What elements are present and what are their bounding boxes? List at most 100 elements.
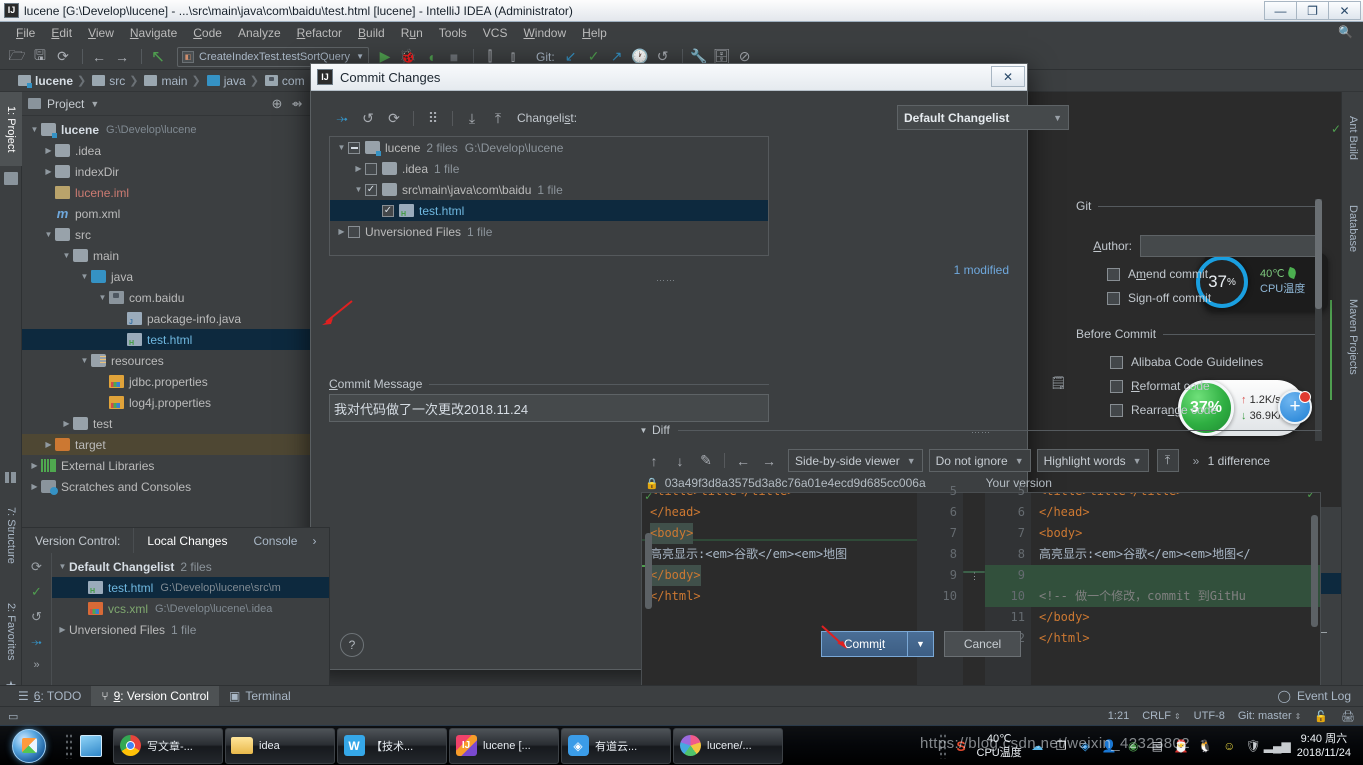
commit-tree-row-test-html[interactable]: ✓ test.html bbox=[330, 200, 768, 221]
twisty-icon[interactable]: ▶ bbox=[352, 164, 365, 173]
event-log-button[interactable]: ◯ Event Log bbox=[1278, 689, 1351, 703]
tree-node-indexdir[interactable]: ▶ indexDir bbox=[22, 161, 329, 182]
tab-todo[interactable]: ☰ 6: TODO bbox=[4, 686, 91, 707]
line-separator-selector[interactable]: CRLF ⇕ bbox=[1142, 710, 1180, 722]
checkbox-unchecked[interactable] bbox=[1110, 403, 1123, 417]
menu-file[interactable]: File bbox=[8, 24, 43, 42]
menu-window[interactable]: Window bbox=[515, 24, 574, 42]
back-arrow-icon[interactable]: ← bbox=[89, 47, 109, 67]
breadcrumb-item-lucene[interactable]: lucene bbox=[18, 74, 77, 88]
amend-commit-row[interactable]: Amend commit bbox=[1076, 267, 1321, 281]
twisty-icon[interactable]: ▼ bbox=[60, 251, 73, 260]
menu-edit[interactable]: Edit bbox=[43, 24, 80, 42]
cancel-button[interactable]: Cancel bbox=[944, 631, 1021, 657]
tree-node-resources[interactable]: ▼ resources bbox=[22, 350, 329, 371]
tree-node-idea[interactable]: ▶ .idea bbox=[22, 140, 329, 161]
tree-node-scratches[interactable]: ▶ Scratches and Consoles bbox=[22, 476, 329, 497]
commit-tree-row-unversioned[interactable]: ▶ Unversioned Files 1 file bbox=[330, 221, 768, 242]
collapse-all-icon[interactable]: ⇴ bbox=[291, 96, 302, 112]
help-button[interactable]: ? bbox=[340, 633, 364, 657]
checkbox-unchecked[interactable] bbox=[1107, 267, 1120, 281]
tree-node-main[interactable]: ▼ main bbox=[22, 245, 329, 266]
vcs-row-test-html[interactable]: test.html G:\Develop\lucene\src\m bbox=[52, 577, 329, 598]
checkbox-unchecked[interactable] bbox=[1110, 379, 1123, 393]
menu-help[interactable]: Help bbox=[574, 24, 615, 42]
twisty-icon[interactable]: ▶ bbox=[42, 440, 55, 449]
task-button-wiz[interactable]: W 【技术... bbox=[337, 727, 447, 764]
sidebar-tab-database[interactable]: Database bbox=[1342, 192, 1363, 266]
left-pane-scrollbar[interactable] bbox=[645, 533, 652, 609]
expand-all-icon[interactable]: ⤓ bbox=[459, 107, 485, 129]
checkbox-unchecked[interactable] bbox=[365, 162, 377, 175]
commit-message-input[interactable]: 我对代码做了一次更改2018.11.24 bbox=[329, 394, 769, 422]
commit-tree-row-idea[interactable]: ▶ .idea 1 file bbox=[330, 158, 768, 179]
start-button[interactable] bbox=[0, 726, 58, 765]
sidebar-tab-maven-projects[interactable]: Maven Projects bbox=[1342, 282, 1363, 392]
tree-node-src[interactable]: ▼ src bbox=[22, 224, 329, 245]
locate-icon[interactable]: ⊕ bbox=[272, 96, 283, 112]
tree-node-lucene[interactable]: ▼ lucene G:\Develop\lucene bbox=[22, 119, 329, 140]
sidebar-tab-favorites[interactable]: 2: Favorites bbox=[0, 588, 22, 676]
previous-difference-icon[interactable]: ↑ bbox=[641, 450, 667, 472]
shelve-icon[interactable]: ⤞ bbox=[31, 634, 41, 650]
commit-dropdown-button[interactable]: ▼ bbox=[908, 631, 934, 657]
refresh-icon[interactable]: ⟳ bbox=[381, 107, 407, 129]
tree-node-jdbc-properties[interactable]: jdbc.properties bbox=[22, 371, 329, 392]
menu-code[interactable]: Code bbox=[185, 24, 230, 42]
menu-refactor[interactable]: Refactor bbox=[289, 24, 350, 42]
accept-right-icon[interactable]: → bbox=[756, 450, 782, 472]
menu-tools[interactable]: Tools bbox=[431, 24, 475, 42]
diff-splitter-grip[interactable]: ⋯⋯ bbox=[971, 427, 991, 438]
twisty-icon[interactable]: ▶ bbox=[28, 482, 41, 491]
chevron-down-icon[interactable]: ▼ bbox=[90, 99, 99, 109]
caret-position[interactable]: 1:21 bbox=[1108, 710, 1129, 722]
twisty-icon[interactable]: ▼ bbox=[637, 426, 650, 435]
dialog-close-button[interactable]: ✕ bbox=[991, 66, 1025, 87]
checkbox-checked[interactable]: ✓ bbox=[382, 204, 394, 217]
collapse-unchanged-icon[interactable]: ⤒ bbox=[1156, 449, 1179, 472]
show-diff-icon[interactable]: ⤞ bbox=[329, 107, 355, 129]
tree-node-test[interactable]: ▶ test bbox=[22, 413, 329, 434]
forward-arrow-icon[interactable]: → bbox=[112, 47, 132, 67]
checkbox-partial[interactable] bbox=[348, 141, 360, 154]
checkbox-unchecked[interactable] bbox=[348, 225, 360, 238]
changelist-selector[interactable]: Default Changelist ▼ bbox=[897, 105, 1069, 130]
expand-more-icon[interactable]: » bbox=[33, 659, 39, 671]
menu-vcs[interactable]: VCS bbox=[475, 24, 516, 42]
encoding-selector[interactable]: UTF-8 bbox=[1194, 710, 1225, 722]
task-button-idea-folder[interactable]: idea bbox=[225, 727, 335, 764]
checkbox-unchecked[interactable] bbox=[1107, 291, 1120, 305]
rearrange-code-row[interactable]: Rearrange code bbox=[1076, 403, 1321, 417]
collapse-all-icon[interactable]: ⤒ bbox=[485, 107, 511, 129]
lock-icon[interactable]: 🔓 bbox=[1314, 710, 1328, 723]
task-button-chrome[interactable]: 写文章-... bbox=[113, 727, 223, 764]
breadcrumb-item-java[interactable]: java bbox=[206, 74, 250, 88]
breadcrumb-item-com[interactable]: com bbox=[264, 74, 309, 88]
twisty-icon[interactable]: ▶ bbox=[42, 146, 55, 155]
undo-arrow-icon[interactable]: ↖ bbox=[148, 47, 168, 67]
dialog-scrollbar[interactable] bbox=[1315, 199, 1322, 441]
commit-check-icon[interactable]: ✓ bbox=[31, 584, 42, 600]
twisty-icon[interactable]: ▶ bbox=[42, 167, 55, 176]
save-icon[interactable]: 🖫 bbox=[30, 47, 50, 67]
twisty-icon[interactable]: ▼ bbox=[28, 125, 41, 134]
twisty-icon[interactable]: ▼ bbox=[96, 293, 109, 302]
sync-icon[interactable]: ⟳ bbox=[53, 47, 73, 67]
tab-version-control[interactable]: ⑂ 9: Version Control bbox=[91, 685, 219, 707]
tree-node-target[interactable]: ▶ target bbox=[22, 434, 329, 455]
menu-analyze[interactable]: Analyze bbox=[230, 24, 289, 42]
refresh-icon[interactable]: ⟳ bbox=[31, 559, 42, 575]
author-field[interactable] bbox=[1140, 235, 1321, 257]
show-desktop-icon[interactable] bbox=[76, 731, 106, 761]
commit-button[interactable]: Comm i t bbox=[821, 631, 908, 657]
branch-selector[interactable]: Git: master ⇕ bbox=[1238, 710, 1302, 722]
right-pane-scrollbar[interactable] bbox=[1311, 515, 1318, 627]
sidebar-tab-project[interactable]: 1: Project bbox=[0, 92, 22, 166]
twisty-icon[interactable]: ▶ bbox=[56, 625, 69, 634]
diff-pane-left[interactable]: ✓ <title>title</title> </head> <body> 高亮… bbox=[642, 493, 917, 712]
tree-node-package-info[interactable]: package-info.java bbox=[22, 308, 329, 329]
tab-terminal[interactable]: ▣ Terminal bbox=[219, 686, 301, 707]
vcs-row-vcs-xml[interactable]: vcs.xml G:\Develop\lucene\.idea bbox=[52, 598, 329, 619]
tree-node-java[interactable]: ▼ java bbox=[22, 266, 329, 287]
edit-source-icon[interactable]: ✎ bbox=[693, 450, 719, 472]
